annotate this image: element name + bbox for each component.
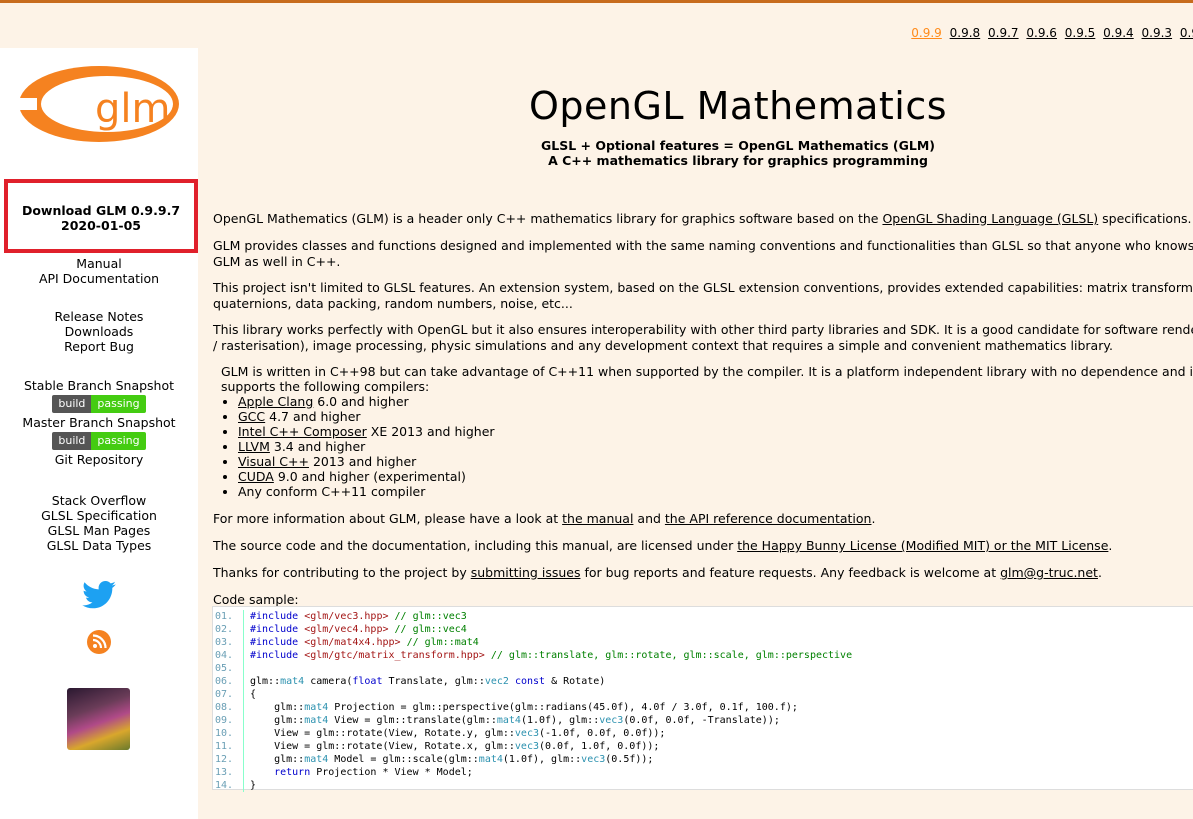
version-link[interactable]: 0.9.4: [1103, 26, 1134, 40]
git-repository-link[interactable]: Git Repository: [0, 452, 198, 467]
list-item: Intel C++ Composer XE 2013 and higher: [238, 424, 1193, 439]
list-item: Any conform C++11 compiler: [238, 484, 1193, 499]
email-link[interactable]: glm@g-truc.net: [1000, 565, 1098, 580]
download-date: 2020-01-05: [61, 218, 141, 233]
intro-paragraph: OpenGL Mathematics (GLM) is a header onl…: [213, 211, 1192, 226]
version-link[interactable]: 0.9.7: [988, 26, 1019, 40]
version-nav: 0.9.9 0.9.8 0.9.7 0.9.6 0.9.5 0.9.4 0.9.…: [911, 26, 1193, 40]
list-item: CUDA 9.0 and higher (experimental): [238, 469, 1193, 484]
paragraph: This project isn't limited to GLSL featu…: [213, 280, 1193, 311]
list-item: GCC 4.7 and higher: [238, 409, 1193, 424]
paragraph: GLM provides classes and functions desig…: [213, 238, 1193, 269]
license-link[interactable]: the Happy Bunny License (Modified MIT) o…: [737, 538, 1108, 553]
glsl-types-link[interactable]: GLSL Data Types: [0, 538, 198, 553]
subtitle: A C++ mathematics library for graphics p…: [548, 153, 928, 168]
page-title: OpenGL Mathematics: [528, 84, 948, 128]
glsl-man-link[interactable]: GLSL Man Pages: [0, 523, 198, 538]
version-link[interactable]: 0.9: [1180, 26, 1193, 40]
top-bar: 0.9.9 0.9.8 0.9.7 0.9.6 0.9.5 0.9.4 0.9.…: [0, 0, 1193, 48]
code-block: 01. #include <glm/vec3.hpp> // glm::vec3 …: [212, 606, 1193, 792]
stack-overflow-link[interactable]: Stack Overflow: [0, 493, 198, 508]
paragraph: For more information about GLM, please h…: [213, 511, 876, 526]
code-sample-label: Code sample:: [213, 592, 299, 607]
list-item: Visual C++ 2013 and higher: [238, 454, 1193, 469]
paragraph: Thanks for contributing to the project b…: [213, 565, 1102, 580]
list-item: LLVM 3.4 and higher: [238, 439, 1193, 454]
list-item: Apple Clang 6.0 and higher: [238, 394, 1193, 409]
glm-logo[interactable]: glm: [17, 64, 187, 148]
version-link[interactable]: 0.9.6: [1026, 26, 1057, 40]
manual-link[interactable]: Manual: [0, 256, 198, 271]
stable-snapshot-link[interactable]: Stable Branch Snapshot: [0, 378, 198, 393]
master-snapshot-link[interactable]: Master Branch Snapshot: [0, 415, 198, 430]
manual-link[interactable]: the manual: [562, 511, 633, 526]
twitter-icon[interactable]: [82, 581, 116, 613]
rss-icon[interactable]: [86, 629, 112, 659]
api-reference-link[interactable]: the API reference documentation: [665, 511, 872, 526]
glsl-link[interactable]: OpenGL Shading Language (GLSL): [882, 211, 1098, 226]
compilers-section: GLM is written in C++98 but can take adv…: [221, 364, 1193, 499]
build-status-badge[interactable]: build passing: [52, 432, 146, 450]
main-content: OpenGL Mathematics GLSL + Optional featu…: [198, 48, 1193, 819]
version-link[interactable]: 0.9.5: [1065, 26, 1096, 40]
paragraph: The source code and the documentation, i…: [213, 538, 1113, 553]
compiler-list: Apple Clang 6.0 and higher GCC 4.7 and h…: [221, 394, 1193, 499]
version-link[interactable]: 0.9.3: [1142, 26, 1173, 40]
sidebar: glm Download GLM 0.9.9.7 2020-01-05 Manu…: [0, 48, 198, 819]
download-button[interactable]: Download GLM 0.9.9.7 2020-01-05: [4, 179, 198, 253]
paragraph: This library works perfectly with OpenGL…: [213, 322, 1193, 353]
glsl-spec-link[interactable]: GLSL Specification: [0, 508, 198, 523]
version-link-current[interactable]: 0.9.9: [911, 26, 942, 40]
report-bug-link[interactable]: Report Bug: [0, 339, 198, 354]
api-doc-link[interactable]: API Documentation: [0, 271, 198, 286]
issues-link[interactable]: submitting issues: [471, 565, 581, 580]
build-status-badge[interactable]: build passing: [52, 395, 146, 413]
release-notes-link[interactable]: Release Notes: [0, 309, 198, 324]
version-link[interactable]: 0.9.8: [950, 26, 981, 40]
subtitle: GLSL + Optional features = OpenGL Mathem…: [540, 138, 935, 153]
svg-text:glm: glm: [95, 86, 170, 132]
download-version: Download GLM 0.9.9.7: [21, 203, 181, 218]
avatar: [67, 688, 130, 750]
downloads-link[interactable]: Downloads: [0, 324, 198, 339]
